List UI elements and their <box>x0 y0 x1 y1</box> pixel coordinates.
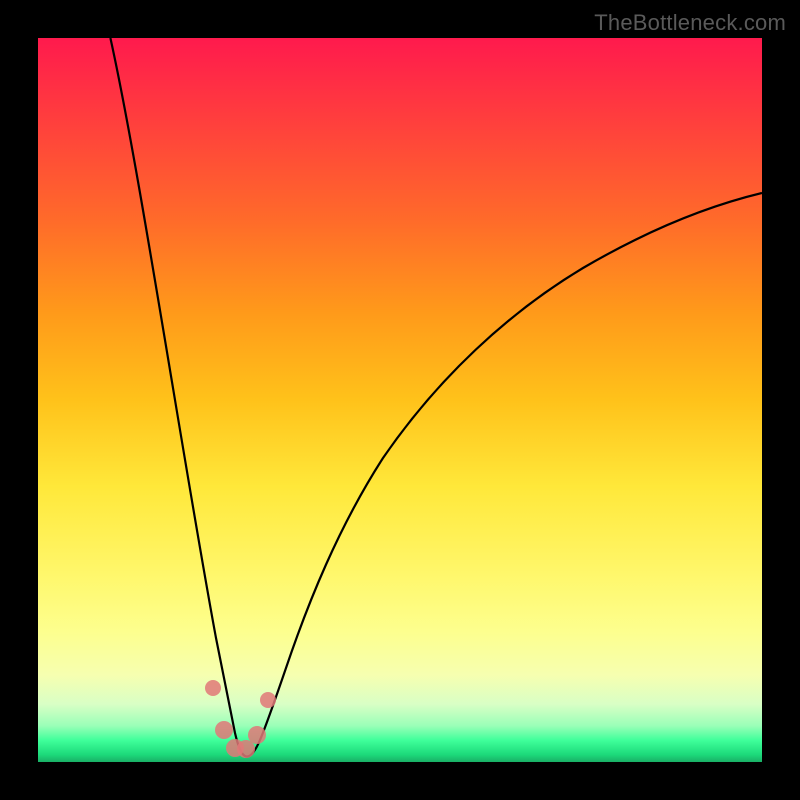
watermark-text: TheBottleneck.com <box>594 10 786 36</box>
marker-point <box>237 740 255 758</box>
marker-point <box>205 680 221 696</box>
bottleneck-curve <box>110 38 762 756</box>
curve-layer <box>38 38 762 762</box>
plot-area <box>38 38 762 762</box>
marker-point <box>248 726 266 744</box>
chart-frame: TheBottleneck.com <box>0 0 800 800</box>
marker-point <box>215 721 233 739</box>
highlight-markers <box>205 680 276 758</box>
marker-point <box>260 692 276 708</box>
